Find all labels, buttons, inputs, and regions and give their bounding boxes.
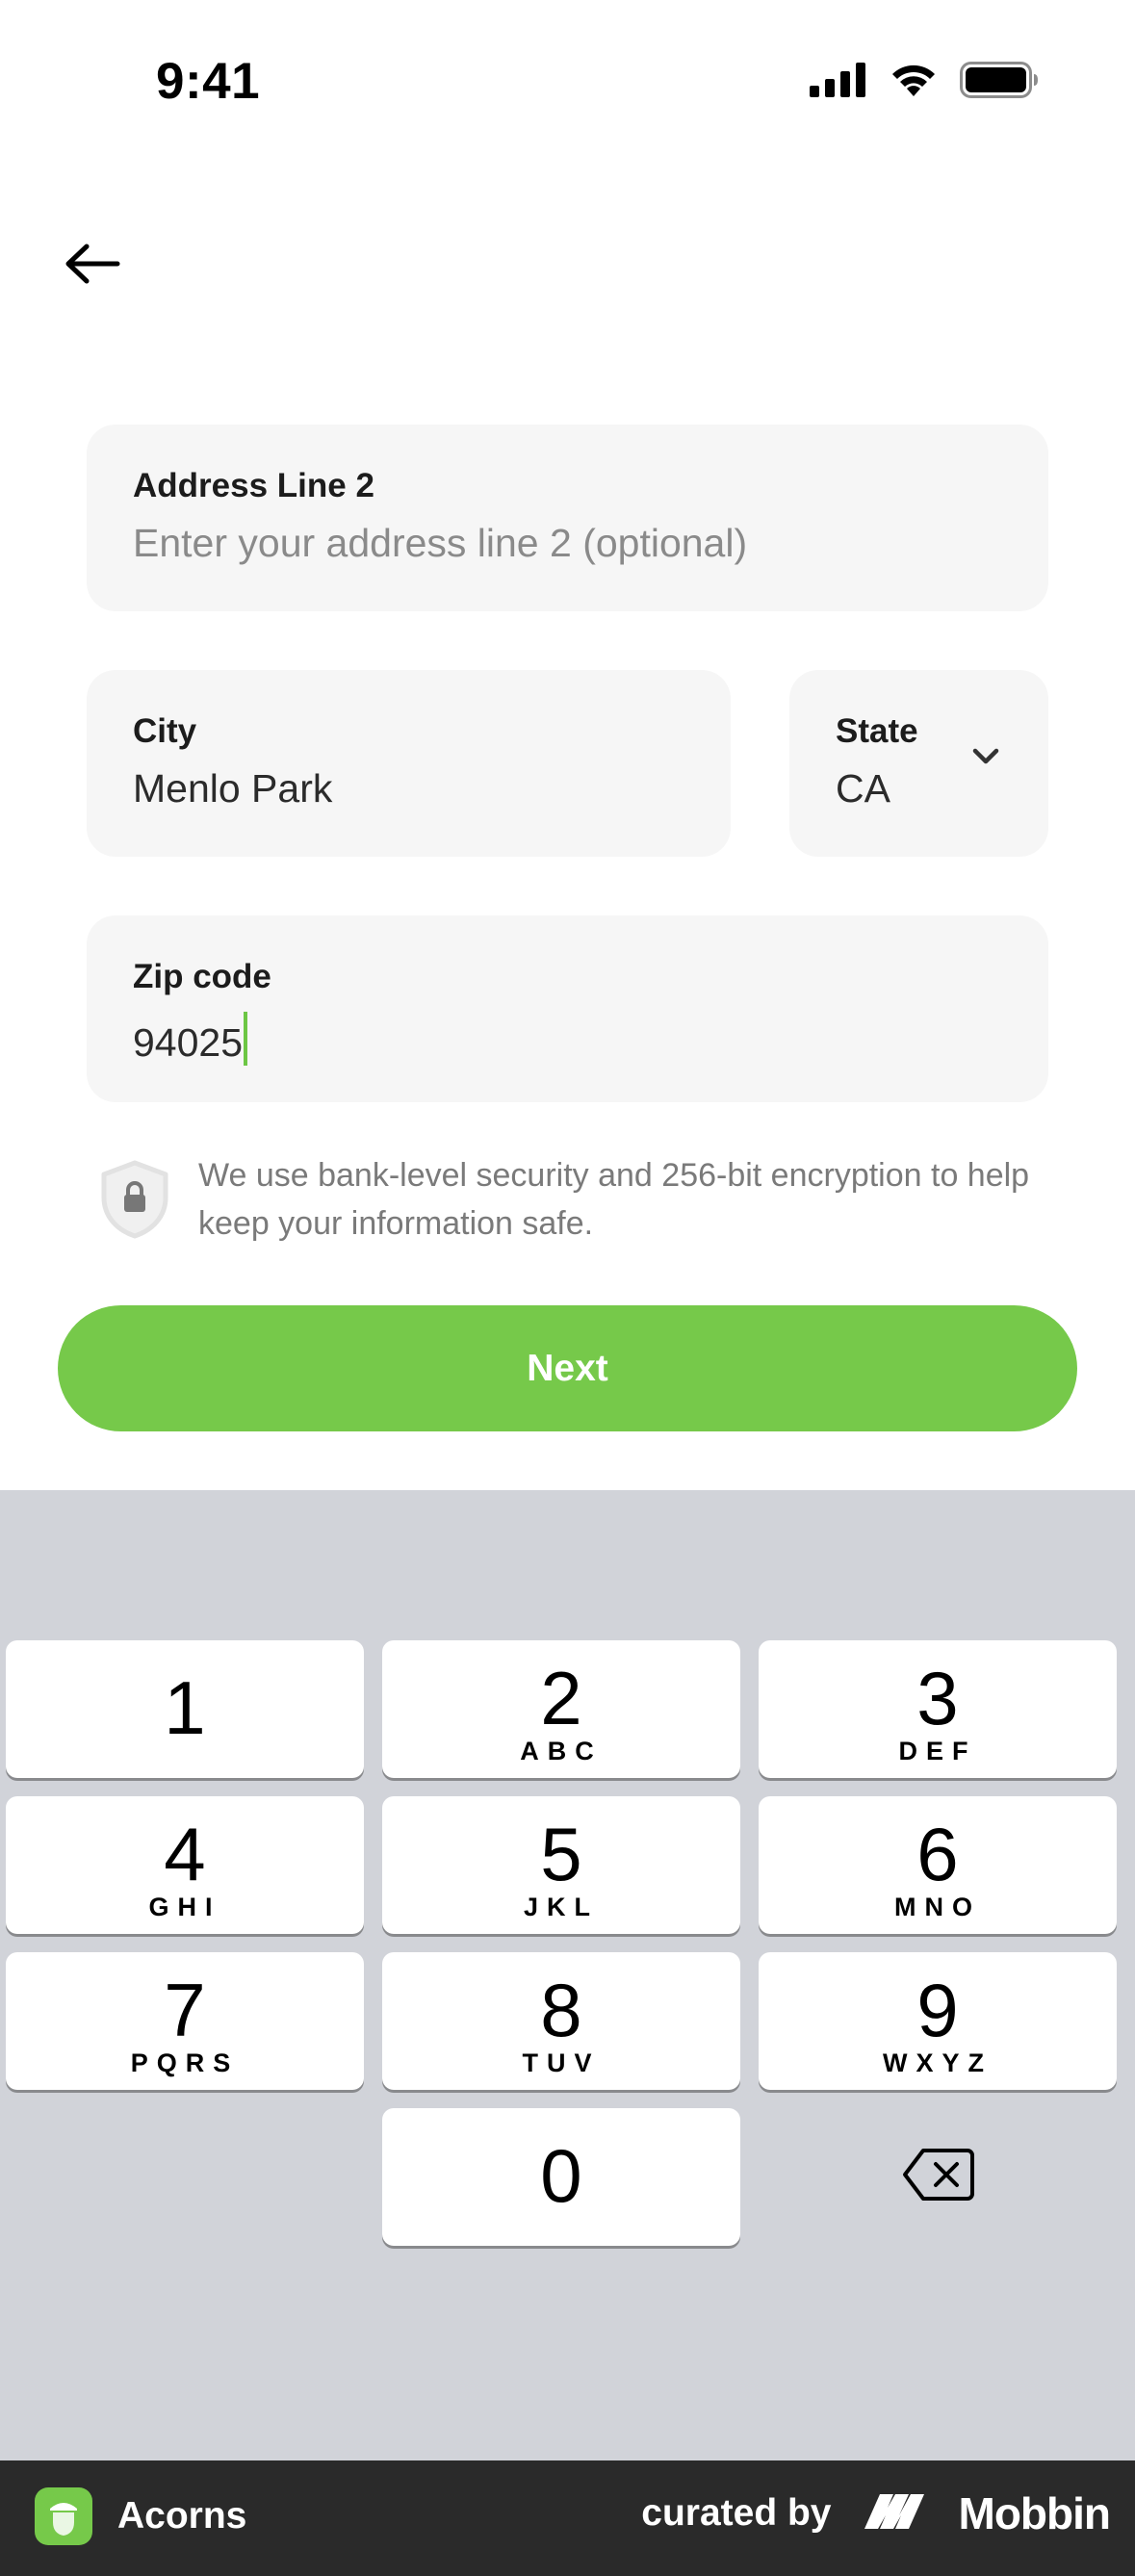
key-digit: 5 [540, 1812, 582, 1896]
key-4[interactable]: 4 GHI [6, 1796, 364, 1934]
state-label: State [836, 712, 918, 750]
shield-lock-icon [96, 1159, 173, 1240]
key-letters: PQRS [130, 2048, 240, 2077]
state-select[interactable]: State CA [789, 670, 1048, 857]
key-digit: 0 [540, 2133, 582, 2218]
cellular-signal-icon [810, 63, 867, 102]
key-digit: 8 [540, 1968, 582, 2052]
key-digit: 2 [540, 1656, 582, 1740]
wifi-icon [889, 62, 939, 103]
security-text: We use bank-level security and 256-bit e… [198, 1157, 1030, 1242]
key-digit: 1 [164, 1665, 206, 1750]
zip-code-value: 94025 [133, 1020, 244, 1065]
key-letters: WXYZ [883, 2048, 993, 2077]
arrow-left-icon [64, 243, 121, 290]
footer-bar: Acorns curated by Mobbin [0, 2460, 1135, 2576]
key-0[interactable]: 0 [382, 2108, 740, 2246]
key-6[interactable]: 6 MNO [759, 1796, 1117, 1934]
backspace-icon [902, 2147, 975, 2207]
curated-by-text: curated by [641, 2492, 832, 2534]
app-name: Acorns [117, 2495, 247, 2537]
key-letters: JKL [523, 1893, 599, 1921]
key-letters: TUV [522, 2048, 601, 2077]
key-3[interactable]: 3 DEF [759, 1640, 1117, 1778]
key-digit: 3 [916, 1656, 959, 1740]
key-digit: 9 [916, 1968, 959, 2052]
key-digit: 6 [916, 1812, 959, 1896]
city-value: Menlo Park [133, 766, 333, 811]
key-letters: MNO [894, 1893, 981, 1921]
battery-icon [960, 62, 1039, 103]
address-line-2-placeholder: Enter your address line 2 (optional) [133, 521, 748, 565]
footer-app: Acorns [35, 2487, 246, 2545]
chevron-down-icon [971, 747, 1000, 771]
key-1[interactable]: 1 [6, 1640, 364, 1778]
state-value: CA [836, 766, 890, 811]
status-time: 9:41 [156, 53, 261, 110]
city-label: City [133, 712, 197, 750]
mobbin-brand-name: Mobbin [958, 2488, 1111, 2538]
address-line-2-label: Address Line 2 [133, 467, 374, 504]
key-letters: DEF [898, 1737, 977, 1765]
address-line-2-field[interactable]: Address Line 2 Enter your address line 2… [87, 425, 1048, 611]
city-field[interactable]: City Menlo Park [87, 670, 731, 857]
footer-brand: curated by Mobbin [641, 2487, 1111, 2539]
mobbin-logo-icon [864, 2492, 947, 2536]
status-bar: 9:41 [0, 0, 1135, 169]
zip-code-field[interactable]: Zip code 94025 [87, 915, 1048, 1102]
acorns-logo-icon [35, 2487, 92, 2545]
key-8[interactable]: 8 TUV [382, 1952, 740, 2090]
key-9[interactable]: 9 WXYZ [759, 1952, 1117, 2090]
key-digit: 4 [164, 1812, 206, 1896]
next-button[interactable]: Next [58, 1305, 1077, 1431]
key-5[interactable]: 5 JKL [382, 1796, 740, 1934]
key-digit: 7 [164, 1968, 206, 2052]
status-icons [810, 62, 1039, 103]
key-2[interactable]: 2 ABC [382, 1640, 740, 1778]
back-button[interactable] [58, 231, 127, 300]
zip-code-label: Zip code [133, 958, 271, 995]
key-letters: GHI [148, 1893, 221, 1921]
security-note: We use bank-level security and 256-bit e… [96, 1151, 1059, 1248]
key-7[interactable]: 7 PQRS [6, 1952, 364, 2090]
key-letters: ABC [520, 1737, 603, 1765]
text-caret [244, 1012, 248, 1066]
delete-key[interactable] [828, 2108, 1049, 2246]
zip-code-input[interactable]: 94025 [133, 1012, 248, 1066]
